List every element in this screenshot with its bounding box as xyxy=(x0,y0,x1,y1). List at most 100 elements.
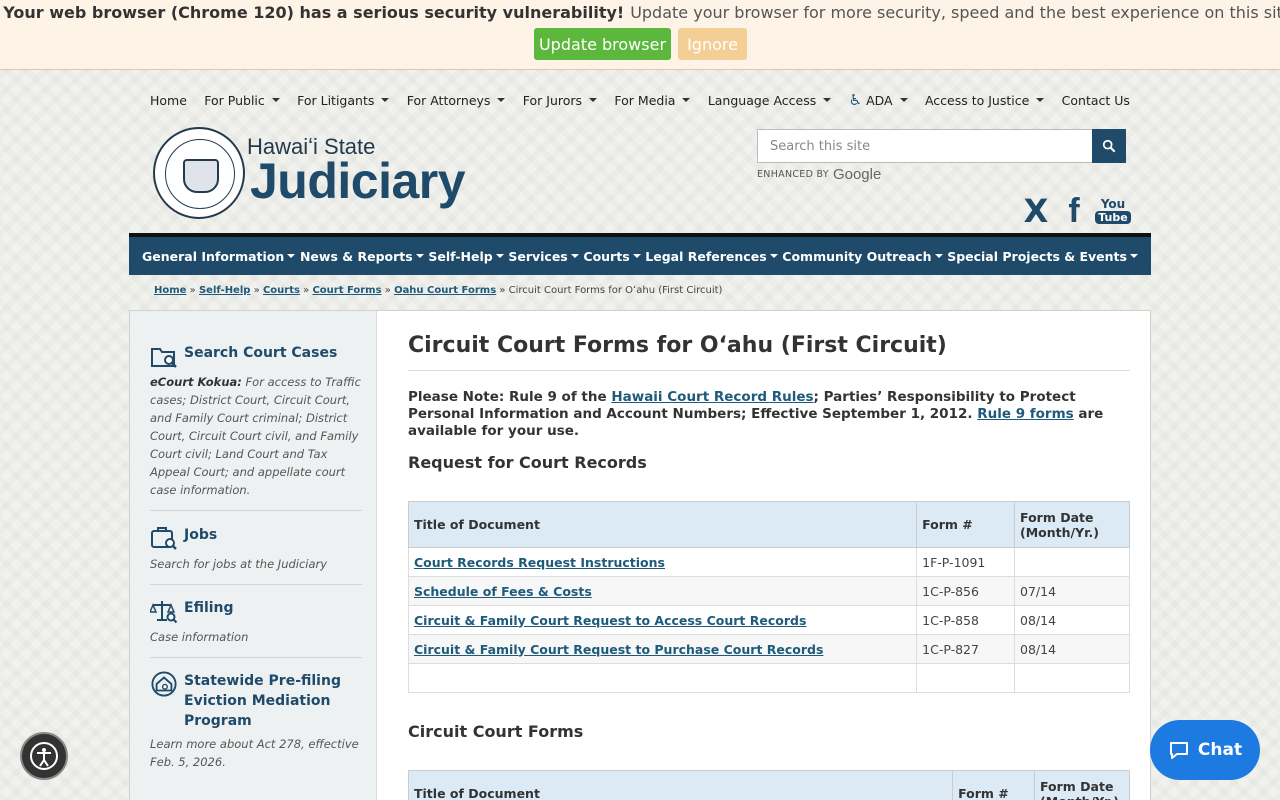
logo-judiciary-text[interactable]: Judiciary xyxy=(250,152,466,210)
chat-button[interactable]: Chat xyxy=(1150,720,1260,780)
circuit-forms-table: Title of Document Form # Form Date (Mont… xyxy=(407,770,1130,800)
search-icon xyxy=(1102,139,1116,153)
cell-form-number: 1C-P-856 xyxy=(916,576,1016,606)
breadcrumb-separator: » xyxy=(253,285,260,296)
table-header-row: Title of Document Form # Form Date (Mont… xyxy=(407,501,1130,548)
breadcrumb-separator: » xyxy=(189,285,196,296)
top-nav-for-attorneys[interactable]: For Attorneys xyxy=(407,93,506,108)
page-title: Circuit Court Forms for Oʻahu (First Cir… xyxy=(408,333,1130,371)
top-nav-ada[interactable]: ♿ ADA xyxy=(849,91,908,109)
top-nav-home[interactable]: Home xyxy=(150,93,187,108)
top-nav-language-access[interactable]: Language Access xyxy=(707,92,832,108)
youtube-icon[interactable]: You Tube xyxy=(1095,195,1131,227)
enhanced-by-google: ENHANCED BY Google xyxy=(757,166,881,183)
top-nav-label: Language Access xyxy=(707,92,817,108)
accessibility-icon: ♿ xyxy=(848,91,863,109)
cell-form-date xyxy=(1014,663,1130,693)
main-nav-community-outreach[interactable]: Community Outreach xyxy=(782,248,943,264)
accessibility-widget-button[interactable] xyxy=(20,732,68,780)
form-link[interactable]: Circuit & Family Court Request to Access… xyxy=(414,613,806,628)
column-header-form-date: Form Date (Month/Yr.) xyxy=(1014,501,1130,548)
top-nav-label: Home xyxy=(150,92,187,108)
sidebar-eviction-mediation: Statewide Pre-filing Eviction Mediation … xyxy=(150,671,362,781)
caret-down-icon xyxy=(682,98,691,102)
caret-down-icon xyxy=(287,254,296,258)
form-link[interactable]: Court Records Request Instructions xyxy=(414,555,665,570)
folder-search-icon[interactable] xyxy=(150,343,178,369)
main-nav-label: General Information xyxy=(142,248,285,264)
home-search-icon[interactable] xyxy=(150,671,178,697)
top-nav-for-litigants[interactable]: For Litigants xyxy=(297,92,390,108)
breadcrumb-current: Circuit Court Forms for Oʻahu (First Cir… xyxy=(508,285,723,296)
top-nav-for-media[interactable]: For Media xyxy=(614,93,691,108)
warning-bold: Your web browser (Chrome 120) has a seri… xyxy=(3,3,625,22)
top-nav-contact-us[interactable]: Contact Us xyxy=(1062,93,1130,108)
sidebar-jobs: Jobs Search for jobs at the Judiciary xyxy=(150,525,362,585)
top-nav-label: For Litigants xyxy=(297,92,375,108)
search-button[interactable] xyxy=(1092,129,1126,163)
caret-down-icon xyxy=(497,98,506,102)
sidebar: Search Court Cases eCourt Kokua: For acc… xyxy=(130,311,377,800)
content-container: Search Court Cases eCourt Kokua: For acc… xyxy=(129,310,1151,800)
browser-warning-bar: Your web browser (Chrome 120) has a seri… xyxy=(0,0,1280,70)
main-nav-label: Special Projects & Events xyxy=(947,248,1127,264)
main-nav-self-help[interactable]: Self-Help xyxy=(428,249,504,264)
top-nav-label: ADA xyxy=(866,92,893,108)
breadcrumb-courts[interactable]: Courts xyxy=(263,285,300,296)
main-nav-services[interactable]: Services xyxy=(508,249,579,264)
caret-down-icon xyxy=(271,98,280,102)
breadcrumb-self-help[interactable]: Self-Help xyxy=(199,285,250,296)
scales-icon[interactable] xyxy=(150,598,178,624)
ignore-button[interactable]: Ignore xyxy=(678,28,747,60)
breadcrumb-court-forms[interactable]: Court Forms xyxy=(312,285,381,296)
column-header-form-date: Form Date (Month/Yr.) xyxy=(1034,770,1130,800)
table-row-empty xyxy=(407,663,1130,693)
x-twitter-icon[interactable]: X xyxy=(1019,192,1053,230)
caret-down-icon xyxy=(381,98,390,102)
form-link[interactable]: Schedule of Fees & Costs xyxy=(414,584,592,599)
caret-down-icon xyxy=(589,98,598,102)
main-nav-label: Community Outreach xyxy=(782,248,932,264)
eviction-mediation-link[interactable]: Statewide Pre-filing Eviction Mediation … xyxy=(184,671,362,731)
ecourt-kokua-label: eCourt Kokua: xyxy=(150,375,242,389)
google-logo: Google xyxy=(832,166,882,183)
facebook-icon[interactable]: f xyxy=(1062,192,1086,230)
cell-title: Circuit & Family Court Request to Access… xyxy=(407,605,918,635)
judiciary-seal-logo[interactable] xyxy=(153,127,245,219)
main-nav-general-information[interactable]: General Information xyxy=(142,248,296,264)
main-nav-news-reports[interactable]: News & Reports xyxy=(300,249,424,264)
search-input[interactable] xyxy=(757,129,1093,163)
top-nav-access-to-justice[interactable]: Access to Justice xyxy=(925,93,1045,108)
top-nav-label: For Attorneys xyxy=(406,92,491,108)
caret-down-icon xyxy=(632,254,641,258)
browser-warning-message: Your web browser (Chrome 120) has a seri… xyxy=(0,3,1280,22)
main-nav-legal-references[interactable]: Legal References xyxy=(645,249,778,264)
jobs-desc: Search for jobs at the Judiciary xyxy=(150,557,328,571)
briefcase-search-icon[interactable] xyxy=(150,525,178,551)
main-nav-courts[interactable]: Courts xyxy=(583,249,641,264)
sidebar-efiling: Efiling Case information xyxy=(150,598,362,658)
breadcrumb-oahu-court-forms[interactable]: Oahu Court Forms xyxy=(394,285,496,296)
breadcrumb-separator: » xyxy=(384,285,391,296)
note-text: Please Note: Rule 9 of the xyxy=(408,389,612,405)
breadcrumb-separator: » xyxy=(303,285,310,296)
cell-form-number: 1C-P-858 xyxy=(916,605,1016,635)
caret-down-icon xyxy=(415,254,424,258)
youtube-tube-text: Tube xyxy=(1095,211,1131,224)
breadcrumb-home[interactable]: Home xyxy=(154,285,186,296)
warning-text: Update your browser for more security, s… xyxy=(630,3,1280,22)
top-nav-for-jurors[interactable]: For Jurors xyxy=(523,93,598,108)
cell-title: Circuit & Family Court Request to Purcha… xyxy=(407,634,918,664)
jobs-link[interactable]: Jobs xyxy=(184,525,217,545)
efiling-link[interactable]: Efiling xyxy=(184,598,234,618)
hawaii-court-record-rules-link[interactable]: Hawaii Court Record Rules xyxy=(611,389,813,405)
top-nav-for-public[interactable]: For Public xyxy=(204,93,280,108)
update-browser-button[interactable]: Update browser xyxy=(534,28,671,60)
cell-title: Court Records Request Instructions xyxy=(407,547,918,577)
table-row: Schedule of Fees & Costs 1C-P-856 07/14 xyxy=(407,576,1130,606)
rule-9-forms-link[interactable]: Rule 9 forms xyxy=(977,406,1074,422)
main-nav-special-projects-events[interactable]: Special Projects & Events xyxy=(947,249,1138,264)
search-court-cases-link[interactable]: Search Court Cases xyxy=(184,343,337,363)
form-link[interactable]: Circuit & Family Court Request to Purcha… xyxy=(414,642,823,657)
cell-form-number: 1C-P-827 xyxy=(916,634,1016,664)
